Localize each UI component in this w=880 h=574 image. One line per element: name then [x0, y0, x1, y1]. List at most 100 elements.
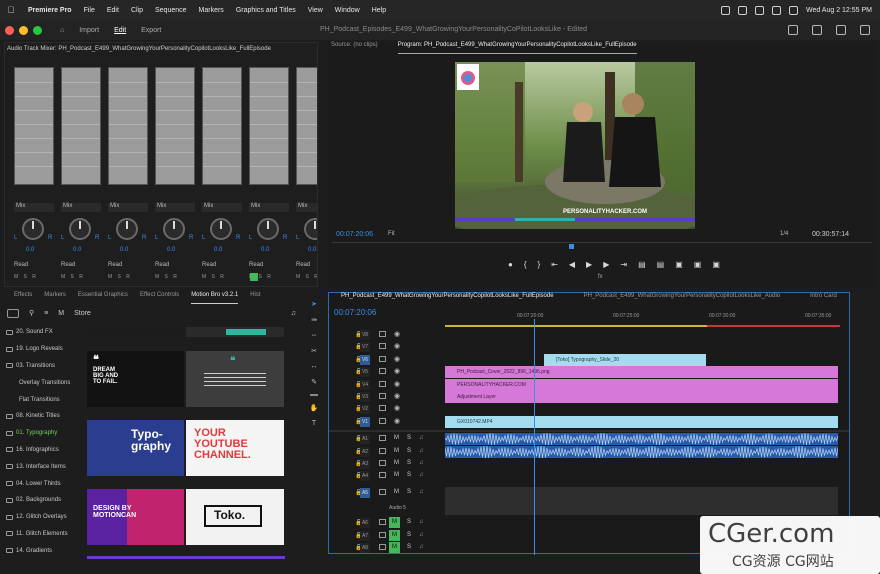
- eye-icon[interactable]: ◉: [394, 355, 400, 363]
- minimize-window-button[interactable]: [19, 25, 28, 35]
- tab-program[interactable]: Program: PH_Podcast_E499_WhatGrowingYour…: [397, 42, 637, 54]
- close-window-button[interactable]: [5, 25, 14, 35]
- category-item[interactable]: 14. Gradients: [4, 542, 82, 559]
- resolution-select[interactable]: 1/4: [780, 231, 788, 237]
- automation-select[interactable]: Read: [155, 262, 195, 270]
- play-icon[interactable]: ▶: [586, 260, 592, 269]
- search-icon[interactable]: [788, 5, 798, 15]
- preset-thumb-typography[interactable]: Typo-graphy: [87, 420, 184, 476]
- sync-lock-icon[interactable]: [379, 331, 386, 337]
- preset-thumb-quote[interactable]: ❝: [186, 351, 284, 407]
- eye-icon[interactable]: ◉: [394, 392, 400, 400]
- automation-select[interactable]: Read: [61, 262, 101, 270]
- track-select-icon[interactable]: ⇛: [311, 316, 317, 324]
- mute-solo-record[interactable]: M S R: [155, 274, 179, 280]
- nav-export[interactable]: Export: [141, 27, 161, 34]
- mic-icon[interactable]: ♫: [419, 448, 424, 454]
- menu-edit[interactable]: Edit: [101, 7, 125, 14]
- track-target[interactable]: V4: [360, 379, 370, 390]
- tab-sequence-full[interactable]: PH_Podcast_E499_WhatGrowingYourPersonali…: [341, 293, 554, 305]
- tab-effect-controls[interactable]: Effect Controls: [140, 292, 179, 304]
- mark-in-icon[interactable]: {: [524, 260, 527, 269]
- filter-icon[interactable]: ≡: [44, 310, 48, 317]
- track-target[interactable]: A7: [360, 530, 370, 541]
- clip-adjustment-layer[interactable]: Adjustment Layer: [445, 391, 838, 403]
- solo-button[interactable]: S: [407, 435, 411, 441]
- extract-icon[interactable]: ▤: [657, 260, 665, 269]
- preset-thumb-youtube[interactable]: YOUR YOUTUBE CHANNEL.: [186, 420, 284, 476]
- scrub-playhead[interactable]: [569, 244, 574, 249]
- category-item[interactable]: 16. Infographics: [4, 442, 82, 459]
- apple-icon[interactable]: : [0, 5, 22, 15]
- solo-button[interactable]: S: [407, 544, 411, 550]
- ripple-edit-icon[interactable]: ⇔: [311, 332, 318, 339]
- audio-clip[interactable]: [445, 445, 838, 458]
- track-target[interactable]: V7: [360, 342, 370, 353]
- track-divider[interactable]: [329, 430, 849, 433]
- category-item[interactable]: Flat Transitions: [4, 391, 82, 408]
- hand-icon[interactable]: ✋: [310, 404, 319, 412]
- track-target[interactable]: V2: [360, 404, 370, 415]
- goto-in-icon[interactable]: ⇤: [551, 260, 558, 269]
- category-item[interactable]: 01. Typography: [4, 425, 82, 442]
- mute-button-active[interactable]: M: [389, 517, 400, 529]
- mute-button-active[interactable]: M: [389, 542, 400, 553]
- nav-edit[interactable]: Edit: [114, 27, 126, 34]
- mute-solo-record[interactable]: M S R: [108, 274, 132, 280]
- track-target[interactable]: A2: [360, 446, 370, 457]
- preset-thumb-toko[interactable]: Toko.: [186, 489, 284, 545]
- audio-track-name[interactable]: Audio 5: [389, 505, 406, 511]
- tab-markers[interactable]: Markers: [44, 292, 66, 304]
- pan-knob[interactable]: [116, 218, 138, 240]
- mute-button[interactable]: M: [394, 460, 399, 466]
- camera-icon[interactable]: ▣: [675, 260, 683, 269]
- slip-icon[interactable]: ↔: [311, 363, 318, 370]
- audio-sync-icon[interactable]: [379, 519, 386, 526]
- automation-select[interactable]: Read: [296, 262, 317, 270]
- step-back-icon[interactable]: ◀: [569, 260, 575, 269]
- category-item[interactable]: 11. Glitch Elements: [4, 526, 82, 543]
- category-item[interactable]: Overlay Transitions: [4, 374, 82, 391]
- category-item[interactable]: 08. Kinetic Titles: [4, 408, 82, 425]
- mix-select[interactable]: Mix: [155, 203, 195, 212]
- mic-icon[interactable]: ♫: [419, 489, 424, 495]
- mute-solo-record[interactable]: M S R: [61, 274, 85, 280]
- track-target[interactable]: A4: [360, 471, 370, 482]
- track-target[interactable]: V1: [360, 416, 370, 427]
- compare-icon[interactable]: ▣: [694, 260, 702, 269]
- tab-sequence-audio[interactable]: PH_Podcast_E499_WhatGrowingYourPersonali…: [584, 293, 781, 305]
- audio-sync-icon[interactable]: [379, 447, 386, 454]
- pan-knob[interactable]: [163, 218, 185, 240]
- sync-lock-icon[interactable]: [379, 368, 386, 375]
- mark-out-icon[interactable]: }: [538, 260, 541, 269]
- mute-solo-record[interactable]: M S R: [296, 274, 317, 280]
- mix-select[interactable]: Mix: [296, 203, 317, 212]
- audio-sync-icon[interactable]: [379, 460, 386, 466]
- pan-value[interactable]: 0.0: [308, 247, 316, 253]
- menu-graphics[interactable]: Graphics and Titles: [230, 7, 302, 14]
- status-icon[interactable]: [737, 5, 747, 15]
- preset-thumb[interactable]: [186, 327, 284, 337]
- eye-icon[interactable]: ◉: [394, 342, 400, 350]
- category-item[interactable]: 02. Backgrounds: [4, 492, 82, 509]
- menu-sequence[interactable]: Sequence: [149, 7, 193, 14]
- lift-icon[interactable]: ▤: [638, 260, 646, 269]
- pan-knob[interactable]: [69, 218, 91, 240]
- empty-audio-lane[interactable]: [445, 486, 838, 515]
- track-target[interactable]: A1: [360, 434, 370, 445]
- playhead[interactable]: [534, 319, 535, 555]
- pan-value[interactable]: 0.0: [120, 247, 128, 253]
- menu-clip[interactable]: Clip: [125, 7, 149, 14]
- tab-history[interactable]: Hist: [250, 292, 260, 304]
- zoom-select[interactable]: Fit: [388, 231, 395, 237]
- settings-icon[interactable]: ▣: [712, 260, 720, 269]
- menu-help[interactable]: Help: [366, 7, 392, 14]
- program-scrubber[interactable]: [332, 242, 872, 250]
- eye-icon[interactable]: ◉: [394, 417, 400, 425]
- solo-button[interactable]: S: [407, 519, 411, 525]
- pan-knob[interactable]: [257, 218, 279, 240]
- audio-clip[interactable]: [445, 433, 838, 446]
- pan-value[interactable]: 0.0: [214, 247, 222, 253]
- program-timecode[interactable]: 00:07:20:06: [336, 231, 373, 238]
- menu-markers[interactable]: Markers: [193, 7, 230, 14]
